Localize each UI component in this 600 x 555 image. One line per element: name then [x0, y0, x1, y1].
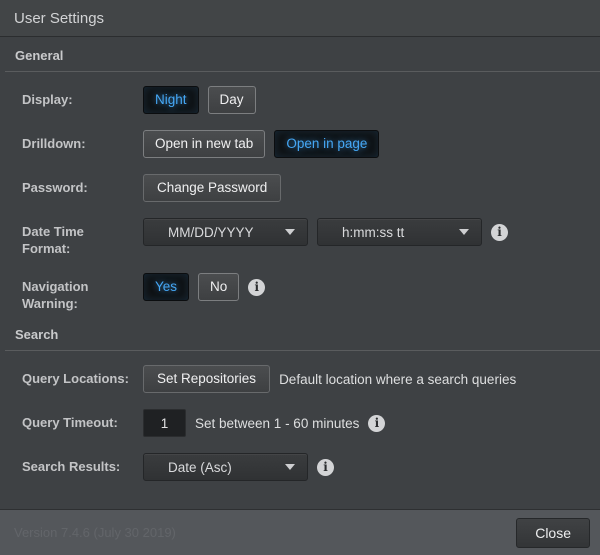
- close-button[interactable]: Close: [516, 518, 590, 548]
- row-password: Password: Change Password: [0, 174, 600, 202]
- row-query-timeout: Query Timeout: Set between 1 - 60 minute…: [0, 409, 600, 437]
- change-password-button[interactable]: Change Password: [143, 174, 281, 202]
- drilldown-new-tab-button[interactable]: Open in new tab: [143, 130, 265, 158]
- query-timeout-description: Set between 1 - 60 minutes: [195, 416, 359, 431]
- user-settings-dialog: User Settings General Display: Night Day…: [0, 0, 600, 555]
- dialog-titlebar: User Settings: [0, 0, 600, 37]
- chevron-down-icon: [285, 464, 295, 470]
- footer-watermark: Version 7.4.6 (July 30 2019): [14, 525, 516, 540]
- row-datetime-format: Date Time Format: MM/DD/YYYY h:mm:ss tt …: [0, 218, 600, 257]
- password-controls: Change Password: [143, 174, 281, 202]
- set-repositories-button[interactable]: Set Repositories: [143, 365, 270, 393]
- info-icon[interactable]: i: [368, 415, 385, 432]
- display-controls: Night Day: [143, 86, 256, 114]
- display-label: Display:: [0, 86, 143, 108]
- section-search-label: Search: [15, 327, 58, 342]
- display-night-button[interactable]: Night: [143, 86, 199, 114]
- datetime-controls: MM/DD/YYYY h:mm:ss tt i: [143, 218, 508, 246]
- search-results-value: Date (Asc): [168, 460, 285, 475]
- date-format-value: MM/DD/YYYY: [168, 225, 285, 240]
- row-display: Display: Night Day: [0, 86, 600, 114]
- query-locations-controls: Set Repositories Default location where …: [143, 365, 516, 393]
- chevron-down-icon: [459, 229, 469, 235]
- info-icon[interactable]: i: [317, 459, 334, 476]
- date-format-dropdown[interactable]: MM/DD/YYYY: [143, 218, 308, 246]
- info-icon[interactable]: i: [248, 279, 265, 296]
- row-drilldown: Drilldown: Open in new tab Open in page: [0, 130, 600, 158]
- query-locations-description: Default location where a search queries: [279, 372, 516, 387]
- time-format-dropdown[interactable]: h:mm:ss tt: [317, 218, 482, 246]
- drilldown-label: Drilldown:: [0, 130, 143, 152]
- search-results-label: Search Results:: [0, 453, 143, 475]
- query-locations-label: Query Locations:: [0, 365, 143, 387]
- search-results-dropdown[interactable]: Date (Asc): [143, 453, 308, 481]
- section-header-search: Search: [5, 326, 600, 351]
- section-header-general: General: [5, 47, 600, 72]
- display-day-button[interactable]: Day: [208, 86, 256, 114]
- dialog-title: User Settings: [14, 10, 104, 27]
- row-navigation-warning: Navigation Warning: Yes No i: [0, 273, 600, 312]
- query-timeout-controls: Set between 1 - 60 minutes i: [143, 409, 385, 437]
- dialog-footer: Version 7.4.6 (July 30 2019) Close: [0, 509, 600, 555]
- info-icon[interactable]: i: [491, 224, 508, 241]
- dialog-body: General Display: Night Day Drilldown: Op…: [0, 37, 600, 509]
- section-general-label: General: [15, 48, 63, 63]
- chevron-down-icon: [285, 229, 295, 235]
- navigation-warning-controls: Yes No i: [143, 273, 265, 301]
- search-results-controls: Date (Asc) i: [143, 453, 334, 481]
- navigation-warning-label: Navigation Warning:: [0, 273, 143, 312]
- nav-warning-no-button[interactable]: No: [198, 273, 239, 301]
- row-query-locations: Query Locations: Set Repositories Defaul…: [0, 365, 600, 393]
- nav-warning-yes-button[interactable]: Yes: [143, 273, 189, 301]
- query-timeout-input[interactable]: [143, 409, 186, 437]
- datetime-format-label: Date Time Format:: [0, 218, 143, 257]
- time-format-value: h:mm:ss tt: [342, 225, 459, 240]
- row-search-results: Search Results: Date (Asc) i: [0, 453, 600, 481]
- password-label: Password:: [0, 174, 143, 196]
- drilldown-controls: Open in new tab Open in page: [143, 130, 379, 158]
- drilldown-in-page-button[interactable]: Open in page: [274, 130, 379, 158]
- query-timeout-label: Query Timeout:: [0, 409, 143, 431]
